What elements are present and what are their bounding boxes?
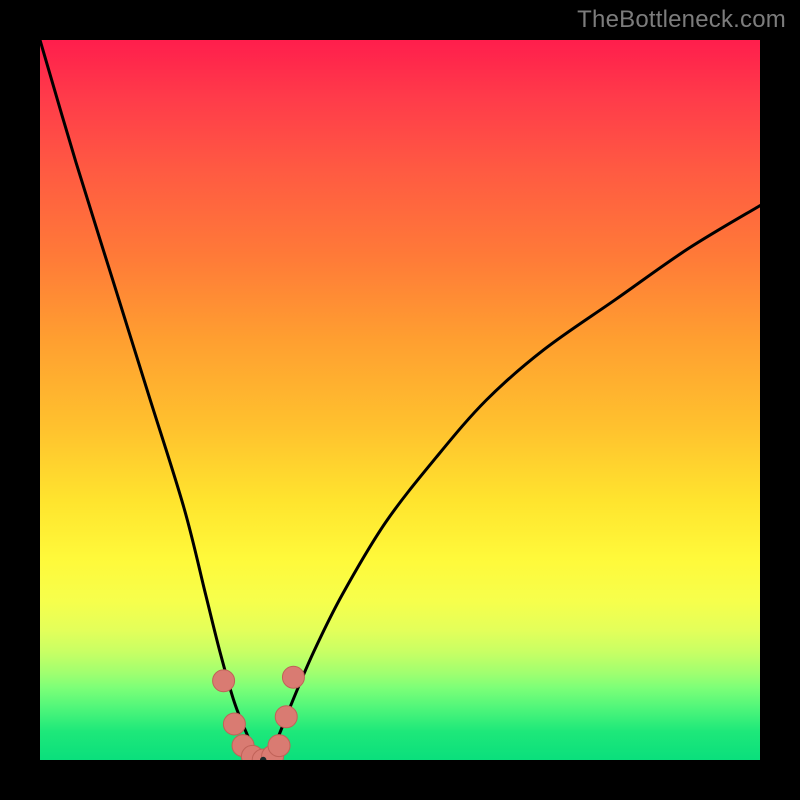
data-marker	[223, 713, 245, 735]
curve-svg	[40, 40, 760, 760]
data-marker	[275, 706, 297, 728]
plot-area	[40, 40, 760, 760]
data-marker	[282, 666, 304, 688]
watermark-text: TheBottleneck.com	[577, 6, 786, 34]
chart-frame: TheBottleneck.com	[0, 0, 800, 800]
bottleneck-curve	[40, 40, 760, 760]
data-marker	[268, 735, 290, 757]
data-marker	[213, 670, 235, 692]
